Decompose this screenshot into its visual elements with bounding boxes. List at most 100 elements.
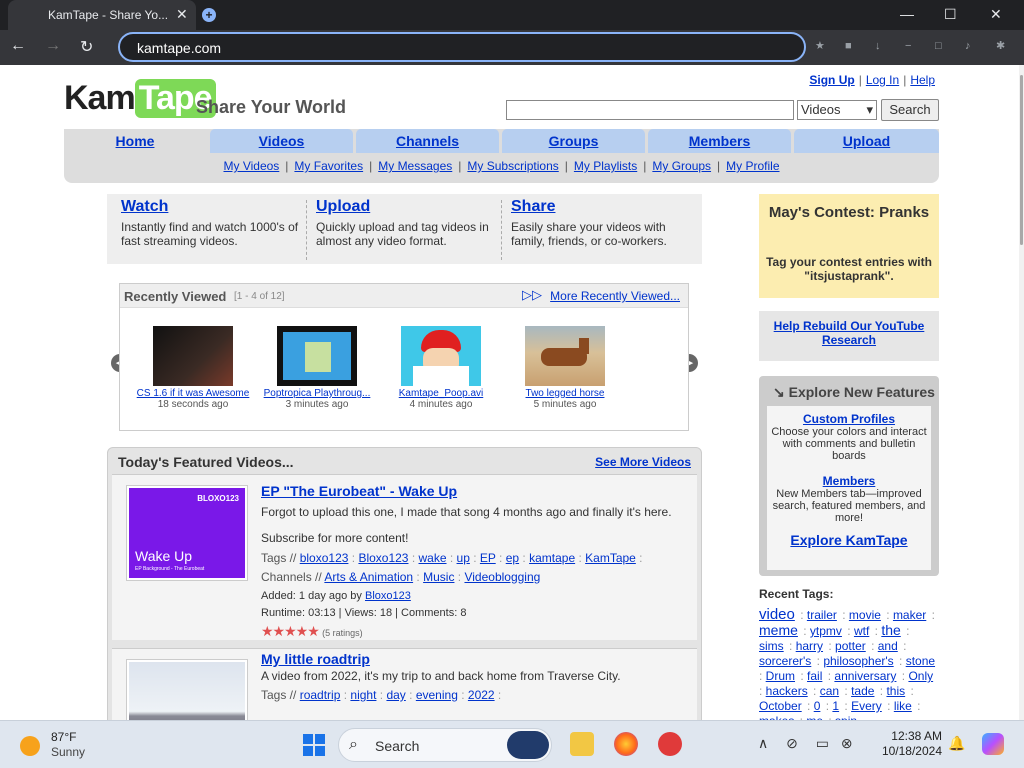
taskbar-search[interactable]: ⌕ Search [338,728,552,762]
search-input[interactable] [506,100,794,120]
recent-tag-link[interactable]: Only [908,669,933,683]
recent-tag-link[interactable]: anniversary [834,669,896,683]
recent-tag-link[interactable]: harry [796,639,823,653]
video-thumbnail[interactable] [277,326,357,386]
tab-groups-label[interactable]: Groups [549,133,599,149]
explore-kamtape-link[interactable]: Explore KamTape [767,532,931,548]
author-link[interactable]: Bloxo123 [365,590,411,602]
watch-link[interactable]: Watch [121,198,168,215]
notification-bell-icon[interactable]: 🔔 [948,735,965,752]
tab-home-label[interactable]: Home [116,133,155,149]
recent-tag-link[interactable]: trailer [807,608,837,622]
my-groups-link[interactable]: My Groups [652,159,711,173]
tag-link[interactable]: evening [416,688,458,702]
tag-link[interactable]: EP [480,551,496,565]
recent-video-item[interactable]: Kamtape_Poop.avi 4 minutes ago [381,326,501,410]
recent-tag-link[interactable]: 1 [832,699,839,713]
tab-channels[interactable]: Channels [356,129,499,153]
tag-link[interactable]: kamtape [529,551,575,565]
tab-home[interactable]: Home [64,129,206,153]
custom-profiles-link[interactable]: Custom Profiles [767,412,931,426]
recent-tag-link[interactable]: the [881,622,900,638]
clock[interactable]: 12:38 AM 10/18/2024 [872,729,942,759]
zoom-out-icon[interactable]: − [905,40,917,52]
recent-tag-link[interactable]: sims [759,639,784,653]
extension-icon[interactable]: ■ [845,40,857,52]
recent-video-title[interactable]: Two legged horse [505,388,625,399]
recent-tag-link[interactable]: stone [906,654,935,668]
video-thumbnail[interactable] [525,326,605,386]
recent-tag-link[interactable]: potter [835,639,866,653]
recent-tag-link[interactable]: hackers [766,684,808,698]
chevron-up-icon[interactable]: ∧ [758,735,768,751]
tag-link[interactable]: night [350,688,376,702]
featured-video-title[interactable]: My little roadtrip [261,651,370,667]
volume-icon[interactable]: ⊗ [841,735,853,751]
channel-link[interactable]: Videoblogging [464,570,540,584]
tab-videos-label[interactable]: Videos [259,133,305,149]
recent-tag-link[interactable]: wtf [854,624,869,638]
recent-tag-link[interactable]: can [820,684,839,698]
tag-link[interactable]: KamTape [585,551,636,565]
video-thumbnail[interactable] [153,326,233,386]
address-bar[interactable]: kamtape.com [118,32,806,62]
recent-tag-link[interactable]: 0 [814,699,821,713]
recent-tag-link[interactable]: like [894,699,912,713]
recent-video-title[interactable]: CS 1.6 if it was Awesome [133,388,253,399]
recent-tag-link[interactable]: Drum [766,669,795,683]
file-explorer-icon[interactable] [570,732,594,756]
settings-icon[interactable]: ✱ [996,40,1008,52]
video-thumbnail[interactable]: BLOXO123 Wake Up EP Background - The Eur… [126,485,248,581]
tab-groups[interactable]: Groups [502,129,645,153]
tag-link[interactable]: ep [506,551,519,565]
reload-icon[interactable]: ↻ [80,37,93,57]
channel-link[interactable]: Music [423,570,454,584]
recent-tag-link[interactable]: maker [893,608,926,622]
recent-video-item[interactable]: Two legged horse 5 minutes ago [505,326,625,410]
browser-tab[interactable]: KamTape - Share Yo... ✕ [8,0,196,30]
tag-link[interactable]: up [457,551,470,565]
tag-link[interactable]: bloxo123 [300,551,349,565]
my-subscriptions-link[interactable]: My Subscriptions [467,159,558,173]
recent-tag-link[interactable]: fail [807,669,822,683]
tab-members[interactable]: Members [648,129,791,153]
recent-tag-link[interactable]: this [886,684,905,698]
firefox-icon[interactable] [614,732,638,756]
recent-tag-link[interactable]: video [759,606,795,623]
my-playlists-link[interactable]: My Playlists [574,159,637,173]
audio-icon[interactable]: ♪ [965,40,977,52]
tab-channels-label[interactable]: Channels [396,133,459,149]
tab-members-label[interactable]: Members [689,133,750,149]
network-icon[interactable]: ⊘ [786,735,798,751]
recent-tag-link[interactable]: meme [759,622,798,638]
more-recently-viewed-link[interactable]: More Recently Viewed... [550,289,680,303]
tab-videos[interactable]: Videos [210,129,353,153]
recent-tag-link[interactable]: ytpmv [810,624,842,638]
search-button[interactable]: Search [881,99,939,121]
tag-link[interactable]: day [386,688,405,702]
recent-tag-link[interactable]: sorcerer's [759,654,811,668]
video-thumbnail[interactable] [126,659,248,720]
new-tab-icon[interactable]: + [202,8,216,22]
display-icon[interactable]: ▭ [816,735,829,751]
recent-tag-link[interactable]: Every [851,699,882,713]
members-feature-link[interactable]: Members [767,474,931,488]
share-link[interactable]: Share [511,198,555,215]
log-in-link[interactable]: Log In [866,73,899,87]
recent-video-item[interactable]: CS 1.6 if it was Awesome 18 seconds ago [133,326,253,410]
forward-icon[interactable]: → [45,37,61,55]
maximize-icon[interactable]: ☐ [944,6,957,23]
kamtape-logo[interactable]: Kam Tape [64,79,216,119]
system-tray[interactable]: ∧ ⊘ ▭ ⊗ [758,735,853,752]
recent-tag-link[interactable]: and [878,639,898,653]
back-icon[interactable]: ← [10,37,26,55]
tag-link[interactable]: wake [419,551,447,565]
my-profile-link[interactable]: My Profile [726,159,779,173]
page-scrollbar[interactable] [1019,65,1024,720]
tag-link[interactable]: Bloxo123 [358,551,408,565]
bookmark-star-icon[interactable]: ★ [815,40,827,52]
my-favorites-link[interactable]: My Favorites [294,159,363,173]
recent-video-title[interactable]: Poptropica Playthroug... [257,388,377,399]
my-videos-link[interactable]: My Videos [223,159,279,173]
recent-tag-link[interactable]: October [759,699,802,713]
